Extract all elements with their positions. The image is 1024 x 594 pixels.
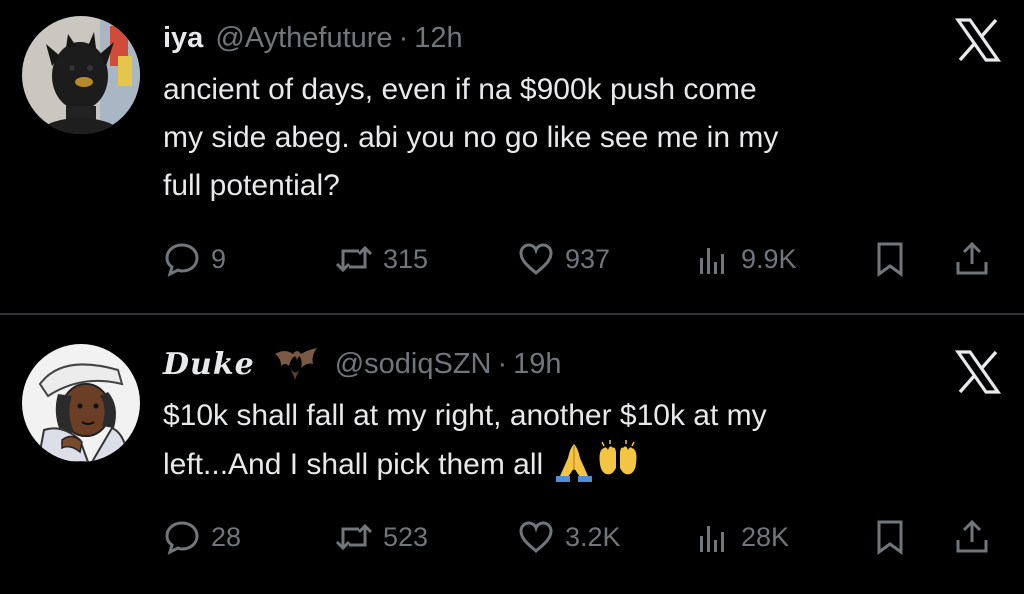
views-count: 9.9K (741, 243, 797, 274)
reply-button[interactable]: 9 (163, 234, 226, 284)
separator-dot: · (497, 347, 508, 380)
raised-hands-emoji (599, 440, 637, 475)
separator-dot: · (398, 21, 409, 54)
tweet-text-line: my side abeg. abi you no go like see me … (163, 121, 779, 154)
like-button[interactable]: 3.2K (517, 512, 621, 562)
tweet-divider (0, 313, 1024, 315)
repost-arrows-icon (335, 523, 373, 551)
user-handle[interactable]: @sodiqSZN (335, 348, 492, 381)
views-button[interactable]: 9.9K (693, 234, 797, 284)
repost-arrows-icon (335, 245, 373, 273)
heart-icon (519, 243, 553, 275)
user-handle[interactable]: @Aythefuture (215, 22, 392, 55)
share-upload-icon (956, 241, 988, 275)
bat-emoji (274, 348, 317, 380)
repost-button[interactable]: 315 (335, 234, 428, 284)
views-count: 28K (741, 521, 790, 552)
avatar-image (22, 344, 140, 462)
repost-button[interactable]: 523 (335, 512, 428, 562)
speech-bubble-icon (165, 521, 199, 555)
bookmark-icon (877, 520, 903, 555)
x-logo-icon[interactable] (954, 16, 1002, 64)
avatar[interactable] (22, 16, 140, 134)
tweet-text-line: full potential? (163, 169, 340, 202)
tweet-card[interactable]: Duke @sodiqSZN · 19h $10k shall fall at … (0, 316, 1024, 594)
timestamp[interactable]: 12h (414, 22, 462, 55)
tweet-header: iya @Aythefuture · 12h (163, 16, 463, 60)
repost-count: 315 (383, 243, 429, 274)
reply-count: 28 (211, 521, 242, 552)
share-button[interactable] (953, 234, 991, 284)
reply-count: 9 (211, 243, 227, 274)
share-button[interactable] (953, 512, 991, 562)
tweet-header: Duke @sodiqSZN · 19h (163, 342, 562, 386)
avatar[interactable] (22, 344, 140, 462)
tweet-text: ancient of days, even if na $900k push c… (163, 66, 983, 210)
speech-bubble-icon (165, 243, 199, 277)
views-button[interactable]: 28K (693, 512, 789, 562)
timestamp[interactable]: 19h (513, 348, 561, 381)
action-bar: 28 523 3.2K 28K (163, 512, 1003, 562)
folded-hands-emoji (555, 444, 592, 482)
tweet-text-line: ancient of days, even if na $900k push c… (163, 73, 757, 106)
tweet-text-line: left...And I shall pick them all (163, 448, 544, 481)
bookmark-icon (877, 242, 903, 277)
like-count: 937 (565, 243, 611, 274)
repost-count: 523 (383, 521, 429, 552)
tweet-text: $10k shall fall at my right, another $10… (163, 392, 983, 489)
share-upload-icon (956, 519, 988, 553)
reply-button[interactable]: 28 (163, 512, 241, 562)
tweet-card[interactable]: iya @Aythefuture · 12h ancient of days, … (0, 0, 1024, 313)
display-name[interactable]: iya (163, 22, 203, 55)
tweet-text-line-with-emojis: left...And I shall pick them all (163, 440, 983, 489)
x-logo-icon[interactable] (954, 348, 1002, 396)
heart-icon (519, 521, 553, 553)
action-bar: 9 315 937 9.9K (163, 234, 1003, 284)
avatar-image (22, 16, 140, 134)
display-name[interactable]: Duke (163, 347, 255, 382)
bar-chart-icon (700, 248, 724, 274)
like-button[interactable]: 937 (517, 234, 610, 284)
tweet-text-line: $10k shall fall at my right, another $10… (163, 399, 767, 432)
bar-chart-icon (700, 526, 724, 552)
bookmark-button[interactable] (871, 234, 909, 284)
like-count: 3.2K (565, 521, 621, 552)
bookmark-button[interactable] (871, 512, 909, 562)
